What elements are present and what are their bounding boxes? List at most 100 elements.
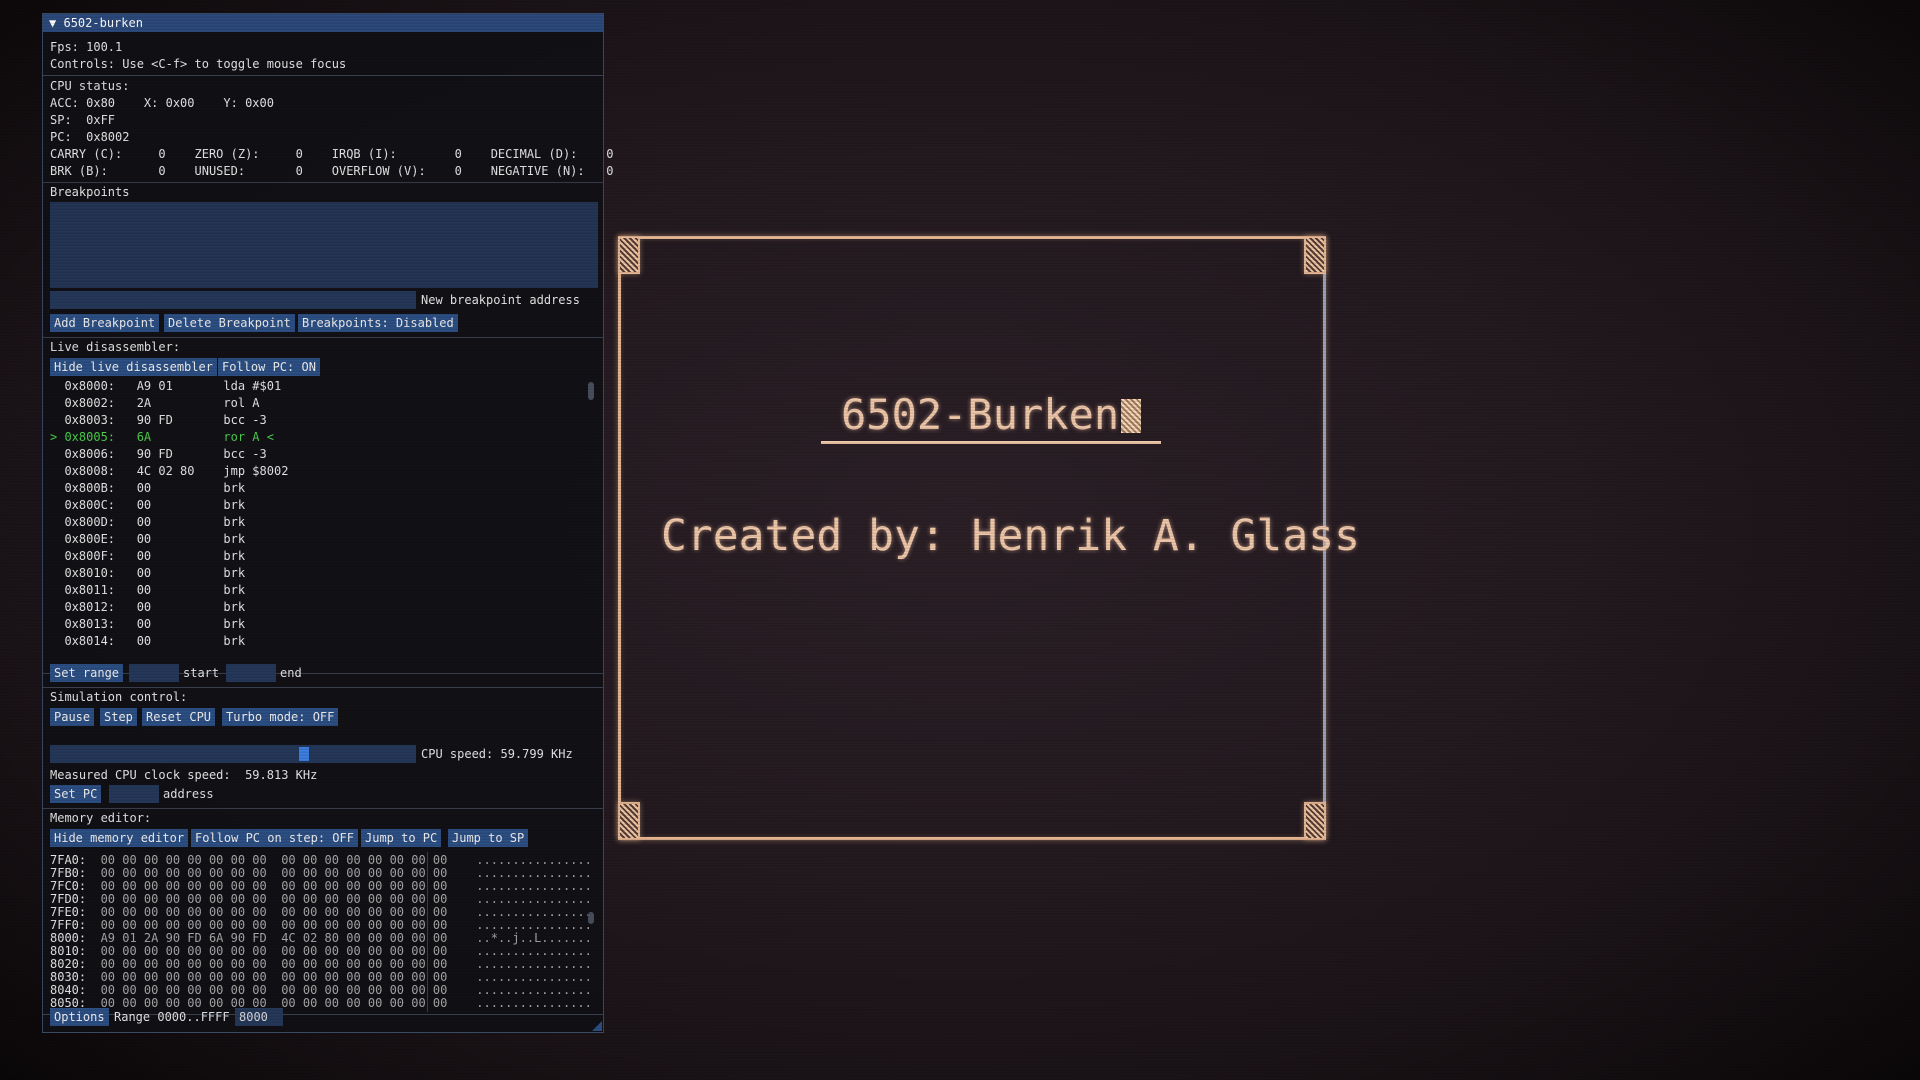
disassembly-row[interactable]: 0x800E: 00 brk <box>50 531 245 548</box>
disassembly-row[interactable]: 0x800B: 00 brk <box>50 480 245 497</box>
disassembly-row[interactable]: 0x8008: 4C 02 80 jmp $8002 <box>50 463 288 480</box>
memory-row-address: 7FA0: <box>50 853 87 867</box>
jump-to-pc-button[interactable]: Jump to PC <box>361 829 442 847</box>
window-title: 6502-burken <box>63 16 143 30</box>
memory-row-ascii: ................ <box>476 983 592 997</box>
reset-cpu-button[interactable]: Reset CPU <box>142 708 216 726</box>
hide-memory-editor-button[interactable]: Hide memory editor <box>50 829 189 847</box>
disassembly-row[interactable]: 0x8010: 00 brk <box>50 565 245 582</box>
memory-row-ascii: ................ <box>476 944 592 958</box>
pc-address-input[interactable] <box>109 785 159 803</box>
memory-row-ascii: ................ <box>476 879 592 893</box>
disassembly-list[interactable]: 0x8000: A9 01 lda #$01 0x8002: 2A rol A … <box>50 378 598 670</box>
memory-row-ascii: ..*..j..L....... <box>476 931 592 945</box>
frame-corner-top-left <box>618 236 640 274</box>
disassembler-heading: Live disassembler: <box>50 340 181 354</box>
disassembly-row[interactable]: 0x8002: 2A rol A <box>50 395 259 412</box>
disassembly-row[interactable]: 0x8012: 00 brk <box>50 599 245 616</box>
fps-label: Fps: 100.1 <box>50 40 123 54</box>
disassembly-row[interactable]: 0x800F: 00 brk <box>50 548 245 565</box>
cpu-register-pc: PC: 0x8002 <box>50 130 130 144</box>
collapse-arrow-icon[interactable]: ▼ <box>49 16 56 30</box>
memory-row-bytes[interactable]: 00 00 00 00 00 00 00 00 00 00 00 00 00 0… <box>101 866 448 880</box>
divider <box>43 687 603 688</box>
window-title-bar[interactable]: ▼ 6502-burken <box>43 14 603 32</box>
resize-grip[interactable] <box>592 1021 602 1031</box>
follow-pc-on-step-button[interactable]: Follow PC on step: OFF <box>191 829 358 847</box>
disassembly-row[interactable]: 0x8000: A9 01 lda #$01 <box>50 378 281 395</box>
memory-row-bytes[interactable]: 00 00 00 00 00 00 00 00 00 00 00 00 00 0… <box>101 983 448 997</box>
memory-row-address: 7FC0: <box>50 879 87 893</box>
breakpoint-address-input[interactable] <box>50 291 416 309</box>
add-breakpoint-button[interactable]: Add Breakpoint <box>50 314 160 332</box>
memory-editor-heading: Memory editor: <box>50 811 152 825</box>
memory-row-bytes[interactable]: 00 00 00 00 00 00 00 00 00 00 00 00 00 0… <box>101 918 448 932</box>
cpu-speed-label: CPU speed: 59.799 KHz <box>421 747 573 761</box>
memory-row-bytes[interactable]: A9 01 2A 90 FD 6A 90 FD 4C 02 80 00 00 0… <box>101 931 448 945</box>
cpu-registers-acc: ACC: 0x80 X: 0x00 Y: 0x00 <box>50 96 274 110</box>
emulator-screen-frame: 6502-Burken Created by: Henrik A. Glass <box>618 236 1360 840</box>
memory-row-address: 8030: <box>50 970 87 984</box>
breakpoint-address-label: New breakpoint address <box>421 293 580 307</box>
breakpoints-list[interactable] <box>50 202 598 288</box>
disassembly-row[interactable]: 0x800C: 00 brk <box>50 497 245 514</box>
simulation-heading: Simulation control: <box>50 690 188 704</box>
breakpoints-toggle-button[interactable]: Breakpoints: Disabled <box>298 314 458 332</box>
jump-to-sp-button[interactable]: Jump to SP <box>448 829 529 847</box>
debugger-window: ▼ 6502-burken Fps: 100.1 Controls: Use <… <box>42 13 614 1033</box>
delete-breakpoint-button[interactable]: Delete Breakpoint <box>164 314 295 332</box>
cpu-speed-slider[interactable] <box>50 745 416 763</box>
memory-row-bytes[interactable]: 00 00 00 00 00 00 00 00 00 00 00 00 00 0… <box>101 970 448 984</box>
memory-row-ascii: ................ <box>476 970 592 984</box>
memory-row-bytes[interactable]: 00 00 00 00 00 00 00 00 00 00 00 00 00 0… <box>101 944 448 958</box>
divider <box>43 808 603 809</box>
memory-row-address: 7FF0: <box>50 918 87 932</box>
step-button[interactable]: Step <box>100 708 137 726</box>
disassembly-row[interactable]: 0x8014: 00 brk <box>50 633 245 650</box>
frame-corner-top-right <box>1304 236 1326 274</box>
divider <box>43 182 603 183</box>
memory-row-ascii: ................ <box>476 853 592 867</box>
range-start-input[interactable] <box>129 664 179 682</box>
memory-row-bytes[interactable]: 00 00 00 00 00 00 00 00 00 00 00 00 00 0… <box>101 853 448 867</box>
memory-goto-input[interactable]: 8000 <box>235 1008 283 1026</box>
memory-row-address: 7FE0: <box>50 905 87 919</box>
memory-row-bytes[interactable]: 00 00 00 00 00 00 00 00 00 00 00 00 00 0… <box>101 879 448 893</box>
range-start-label: start <box>183 666 220 680</box>
cpu-register-sp: SP: 0xFF <box>50 113 116 127</box>
set-range-button[interactable]: Set range <box>50 664 124 682</box>
memory-row-ascii: ................ <box>476 957 592 971</box>
memory-scrollbar[interactable] <box>588 912 594 924</box>
disassembly-row[interactable]: 0x8011: 00 brk <box>50 582 245 599</box>
measured-speed-label: Measured CPU clock speed: 59.813 KHz <box>50 768 318 782</box>
frame-corner-bottom-left <box>618 802 640 840</box>
text-cursor <box>1121 399 1142 433</box>
options-button[interactable]: Options <box>50 1008 109 1026</box>
memory-row-address: 8020: <box>50 957 87 971</box>
disassembly-row[interactable]: 0x800D: 00 brk <box>50 514 245 531</box>
follow-pc-button[interactable]: Follow PC: ON <box>218 358 320 376</box>
pause-button[interactable]: Pause <box>50 708 95 726</box>
disassembly-row[interactable]: 0x8006: 90 FD bcc -3 <box>50 446 266 463</box>
memory-row-bytes[interactable]: 00 00 00 00 00 00 00 00 00 00 00 00 00 0… <box>101 905 448 919</box>
memory-row-bytes[interactable]: 00 00 00 00 00 00 00 00 00 00 00 00 00 0… <box>101 892 448 906</box>
disassembly-scrollbar[interactable] <box>588 382 594 400</box>
slider-grab[interactable] <box>299 747 309 761</box>
crt-background: 6502-Burken Created by: Henrik A. Glass … <box>0 0 1920 1080</box>
cpu-status-heading: CPU status: <box>50 79 130 93</box>
memory-range-label: Range 0000..FFFF <box>114 1010 230 1024</box>
range-end-input[interactable] <box>226 664 276 682</box>
hide-disassembler-button[interactable]: Hide live disassembler <box>50 358 217 376</box>
screen-credit: Created by: Henrik A. Glass <box>661 511 1360 561</box>
disassembly-row[interactable]: 0x8013: 00 brk <box>50 616 245 633</box>
set-pc-button[interactable]: Set PC <box>50 785 102 803</box>
memory-row-address: 7FD0: <box>50 892 87 906</box>
turbo-mode-button[interactable]: Turbo mode: OFF <box>222 708 339 726</box>
frame-corner-bottom-right <box>1304 802 1326 840</box>
screen-title-text: 6502-Burken <box>841 390 1120 439</box>
disassembly-row[interactable]: 0x8003: 90 FD bcc -3 <box>50 412 266 429</box>
memory-row-ascii: ................ <box>476 996 592 1010</box>
divider <box>43 75 603 76</box>
disassembly-row-current[interactable]: > 0x8005: 6A ror A < <box>50 429 274 446</box>
memory-row-bytes[interactable]: 00 00 00 00 00 00 00 00 00 00 00 00 00 0… <box>101 957 448 971</box>
